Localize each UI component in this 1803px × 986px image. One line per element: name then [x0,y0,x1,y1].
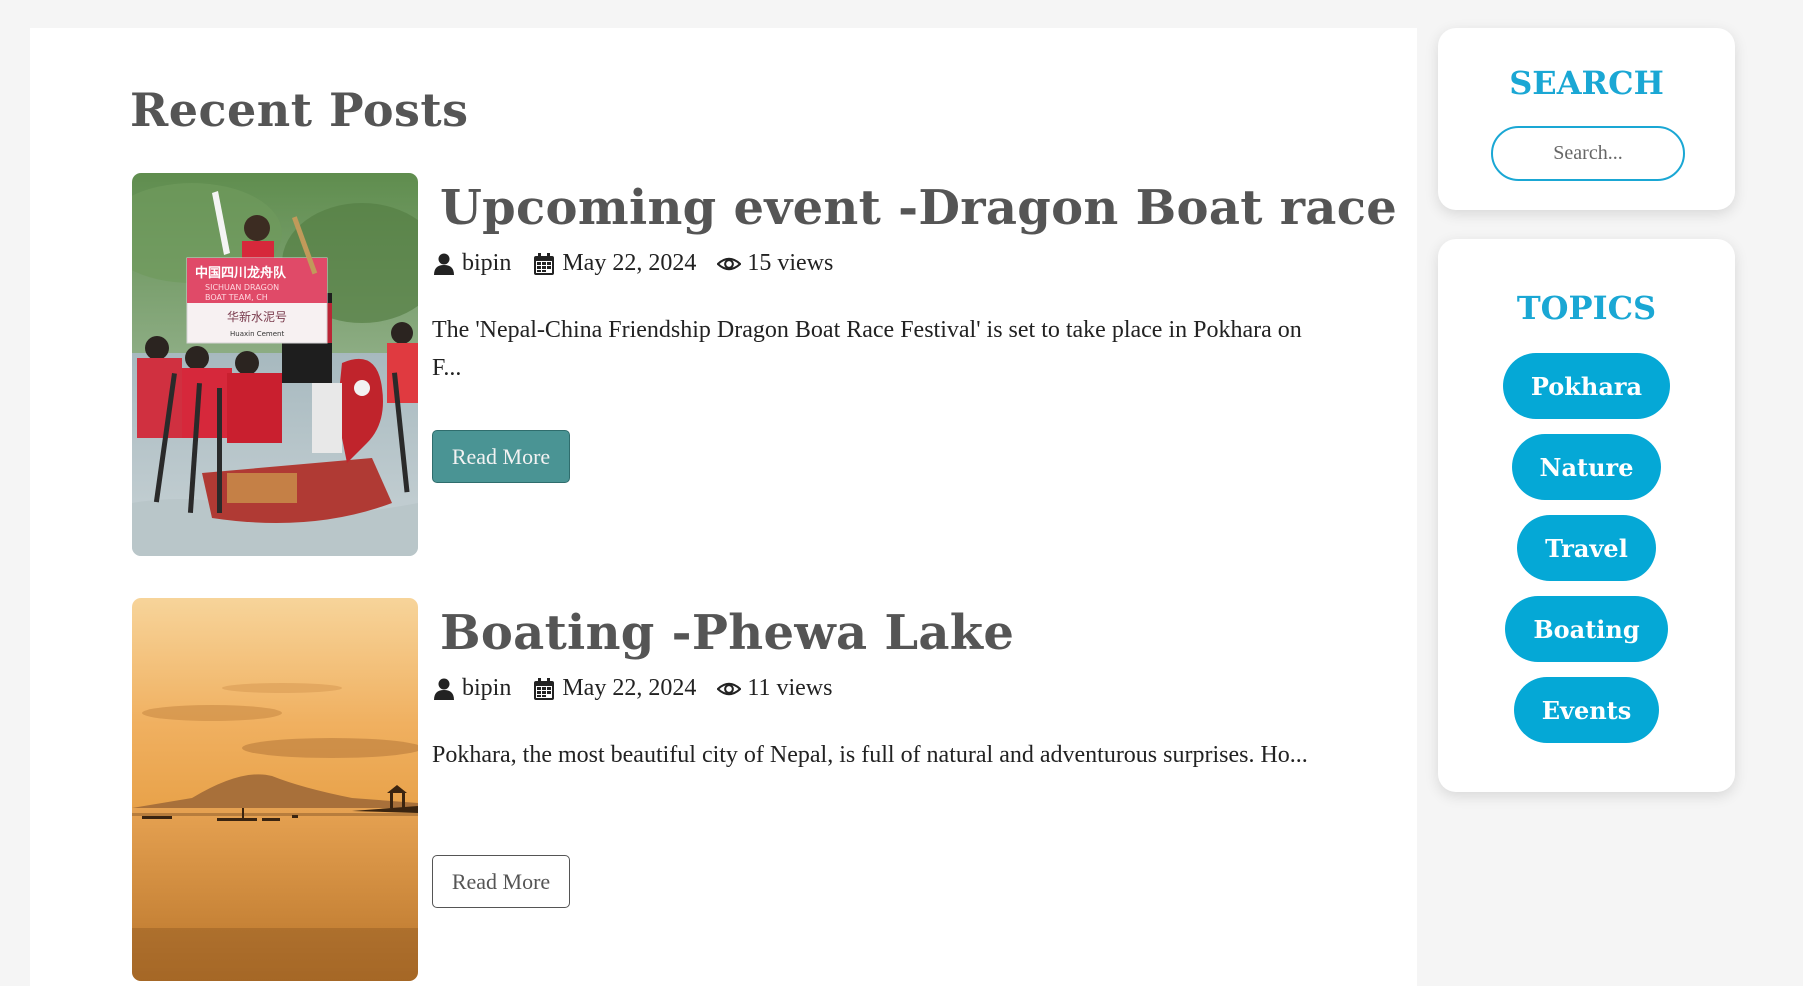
user-icon [432,677,456,701]
recent-posts-panel: Recent Posts 中国四川龙舟队 SICHUAN DRAGON BOAT… [30,28,1417,986]
meta-date: May 22, 2024 [532,250,696,277]
post-meta: bipin May 22, 2024 11 views [432,675,853,702]
image-sign-text-1: 中国四川龙舟队 [195,265,287,281]
post-title[interactable]: Upcoming event -Dragon Boat race [440,180,1397,236]
post-image-phewa-lake[interactable] [132,598,418,981]
section-title: Recent Posts [130,83,469,137]
topics-widget-title: TOPICS [1516,289,1657,327]
meta-views: 11 views [717,675,832,702]
search-widget-title: SEARCH [1509,64,1664,102]
image-sign-text-3: BOAT TEAM, CH [205,293,268,302]
topic-boating[interactable]: Boating [1505,596,1668,662]
image-sign-text-4: 华新水泥号 [227,309,287,324]
post-card: 中国四川龙舟队 SICHUAN DRAGON BOAT TEAM, CH 华新水… [132,173,1397,556]
topic-events[interactable]: Events [1513,677,1660,743]
post-meta: bipin May 22, 2024 15 views [432,250,854,277]
read-more-button[interactable]: Read More [432,430,570,483]
post-card: Boating -Phewa Lake bipin May 22, 2024 1… [132,598,1332,981]
read-more-button[interactable]: Read More [432,855,570,908]
search-widget: SEARCH [1438,28,1735,210]
eye-icon [717,677,742,701]
eye-icon [717,252,742,276]
topic-pokhara[interactable]: Pokhara [1502,353,1671,419]
post-date: May 22, 2024 [562,675,697,701]
image-sign-text-2: SICHUAN DRAGON [205,283,279,292]
post-title[interactable]: Boating -Phewa Lake [440,605,1014,661]
post-date: May 22, 2024 [562,250,697,276]
post-excerpt: The 'Nepal-China Friendship Dragon Boat … [432,317,1302,381]
meta-date: May 22, 2024 [532,675,696,702]
calendar-icon [532,677,556,701]
image-sign-text-5: Huaxin Cement [230,330,284,338]
search-input[interactable] [1491,126,1685,181]
post-author[interactable]: bipin [462,675,511,702]
post-excerpt: Pokhara, the most beautiful city of Nepa… [432,742,1308,768]
topics-widget: TOPICS Pokhara Nature Travel Boating Eve… [1438,239,1735,792]
topic-travel[interactable]: Travel [1517,515,1656,581]
topic-list: Pokhara Nature Travel Boating Events [1438,353,1735,758]
calendar-icon [532,252,556,276]
post-image-dragon-boat[interactable]: 中国四川龙舟队 SICHUAN DRAGON BOAT TEAM, CH 华新水… [132,173,418,556]
meta-author: bipin [432,675,511,702]
post-views: 11 views [747,675,833,701]
user-icon [432,252,456,276]
post-views: 15 views [747,250,834,276]
meta-author: bipin [432,250,511,277]
post-author[interactable]: bipin [462,250,511,277]
topic-nature[interactable]: Nature [1511,434,1662,500]
meta-views: 15 views [717,250,833,277]
